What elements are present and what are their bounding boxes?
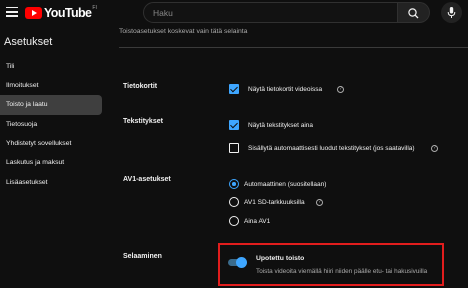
av1-sd-label: AV1 SD-tarkkuuksilla	[244, 199, 305, 206]
section-title-infocards: Tietokortit	[123, 83, 158, 90]
av1-auto-label: Automaattinen (suositellaan)	[244, 181, 327, 188]
logo-text: YouTube	[44, 6, 92, 20]
always-show-subtitles-label: Näytä tekstitykset aina	[248, 122, 314, 129]
info-icon[interactable]: ?	[431, 145, 438, 152]
divider	[119, 47, 468, 48]
sidebar-item-privacy[interactable]: Tietosuoja	[0, 115, 102, 135]
av1-auto-radio[interactable]	[229, 179, 239, 189]
sidebar-item-playback[interactable]: Toisto ja laatu	[0, 95, 102, 115]
av1-sd-radio[interactable]	[229, 197, 239, 207]
microphone-icon	[447, 7, 456, 18]
section-title-browsing: Selaaminen	[123, 253, 162, 260]
youtube-play-icon	[25, 7, 42, 19]
youtube-logo[interactable]: YouTube FI	[25, 5, 97, 20]
sidebar-item-advanced[interactable]: Lisäasetukset	[0, 173, 102, 193]
search-button[interactable]	[398, 2, 430, 23]
sidebar-item-account[interactable]: Tili	[0, 57, 102, 77]
infocards-checkbox[interactable]	[229, 84, 239, 94]
sidebar-title: Asetukset	[4, 36, 53, 48]
logo-region: FI	[92, 5, 97, 11]
always-show-subtitles-checkbox[interactable]	[229, 120, 239, 130]
inline-playback-title: Upotettu toisto	[256, 255, 305, 262]
sidebar-item-notifications[interactable]: Ilmoitukset	[0, 76, 102, 96]
info-icon[interactable]: ?	[316, 199, 323, 206]
toggle-knob[interactable]	[236, 257, 247, 268]
av1-always-radio[interactable]	[229, 216, 239, 226]
voice-search-button[interactable]	[441, 2, 462, 23]
sidebar-item-billing[interactable]: Laskutus ja maksut	[0, 153, 102, 173]
sidebar-item-connected-apps[interactable]: Yhdistetyt sovellukset	[0, 134, 102, 154]
inline-playback-description: Toista videoita viemällä hiiri niiden pä…	[256, 268, 428, 275]
search-icon	[408, 8, 419, 19]
highlight-box	[218, 243, 444, 286]
section-title-av1: AV1-asetukset	[123, 176, 171, 183]
section-title-subtitles: Tekstitykset	[123, 118, 163, 125]
search-input[interactable]	[144, 3, 397, 23]
search-box	[143, 2, 398, 23]
page-description: Toistoasetukset koskevat vain tätä selai…	[119, 28, 248, 35]
av1-always-label: Aina AV1	[244, 218, 271, 225]
auto-subtitles-checkbox[interactable]	[229, 143, 239, 153]
infocards-label: Näytä tietokortit videoissa	[248, 86, 323, 93]
auto-subtitles-label: Sisällytä automaattisesti luodut tekstit…	[248, 145, 415, 152]
hamburger-menu-icon[interactable]	[6, 7, 18, 17]
info-icon[interactable]: ?	[337, 86, 344, 93]
